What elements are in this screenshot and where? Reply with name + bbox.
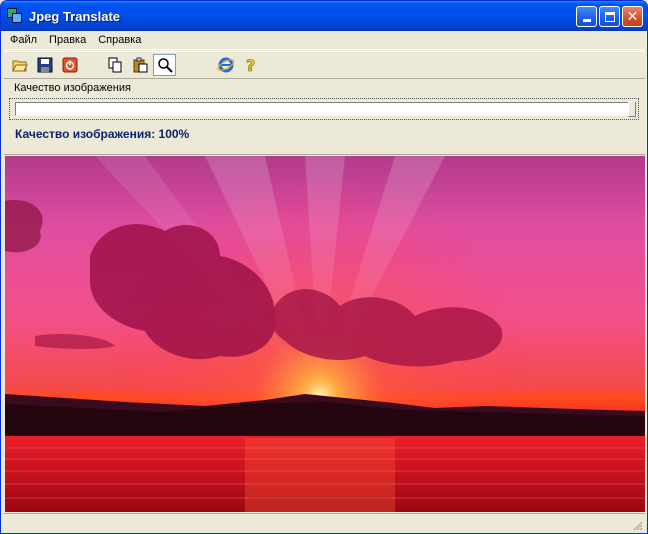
minimize-button[interactable]	[576, 6, 597, 27]
save-disk-icon	[37, 57, 52, 73]
exit-icon	[62, 57, 77, 73]
app-window: Jpeg Translate ✕ Файл Правка Справка ? К…	[0, 0, 648, 534]
help-icon: ?	[245, 56, 255, 74]
image-preview	[5, 156, 645, 512]
menu-file[interactable]: Файл	[4, 31, 43, 50]
quality-panel: Качество изображения Качество изображени…	[4, 81, 645, 155]
save-button[interactable]	[33, 54, 56, 76]
maximize-button[interactable]	[599, 6, 620, 27]
close-button[interactable]: ✕	[622, 6, 643, 27]
status-bar	[4, 513, 645, 533]
app-icon[interactable]	[7, 8, 23, 24]
slider-thumb[interactable]	[628, 101, 636, 117]
internet-explorer-icon	[216, 57, 235, 73]
open-button[interactable]	[8, 54, 31, 76]
open-folder-icon	[11, 60, 28, 72]
zoom-button[interactable]	[153, 54, 176, 76]
menu-help[interactable]: Справка	[92, 31, 147, 50]
quality-slider[interactable]	[9, 98, 639, 120]
window-controls: ✕	[576, 6, 643, 27]
copy-icon	[108, 57, 121, 73]
minimize-icon	[582, 19, 591, 22]
window-title: Jpeg Translate	[29, 8, 121, 24]
maximize-icon	[604, 11, 615, 22]
quality-status: Качество изображения: 100%	[15, 127, 190, 141]
svg-text:?: ?	[246, 56, 255, 74]
zoom-icon	[157, 58, 173, 73]
slider-track	[15, 102, 629, 116]
paste-button[interactable]	[128, 54, 151, 76]
help-button[interactable]: ?	[239, 54, 262, 76]
internet-button[interactable]	[214, 54, 237, 76]
copy-button[interactable]	[103, 54, 126, 76]
paste-icon	[133, 57, 147, 73]
quality-label: Качество изображения	[14, 82, 131, 94]
title-bar[interactable]: Jpeg Translate ✕	[1, 1, 647, 31]
toolbar: ?	[4, 51, 645, 79]
resize-grip-icon[interactable]	[631, 519, 643, 531]
menu-bar: Файл Правка Справка	[4, 31, 645, 50]
exit-button[interactable]	[58, 54, 81, 76]
sunset-image	[5, 156, 645, 512]
close-icon: ✕	[626, 8, 639, 25]
menu-edit[interactable]: Правка	[43, 31, 92, 50]
